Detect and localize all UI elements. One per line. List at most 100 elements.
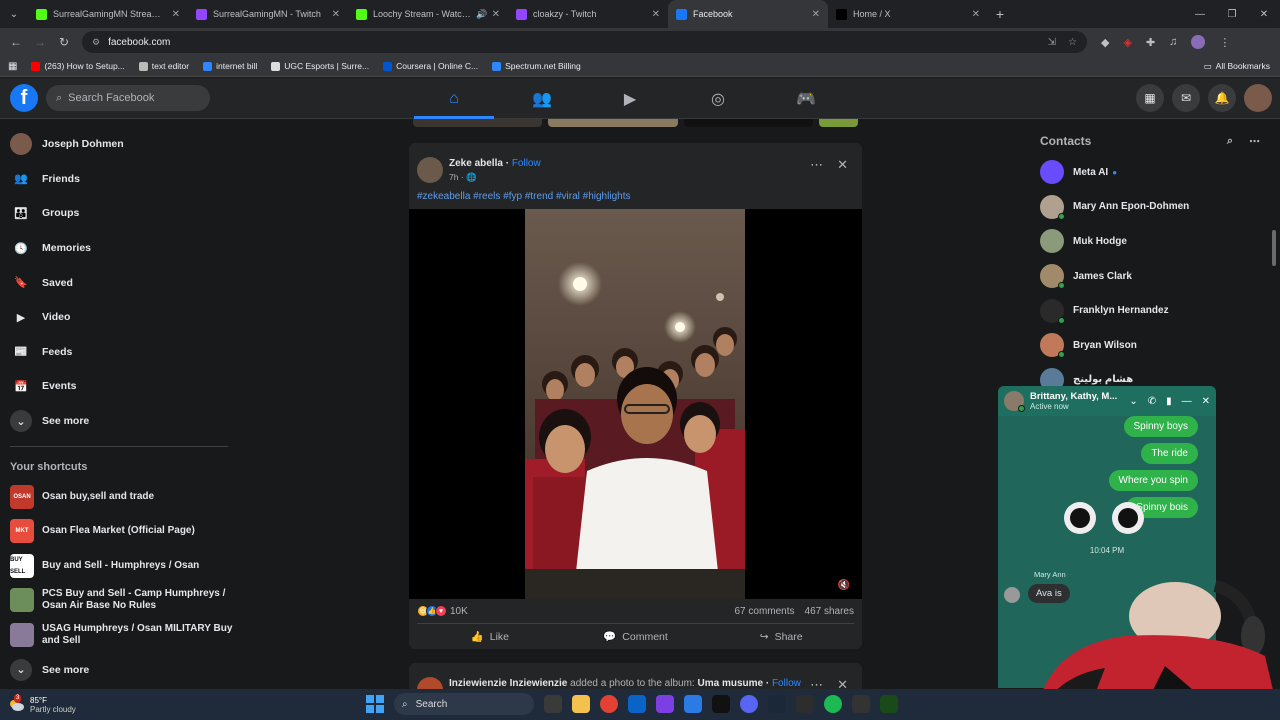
story-thumb[interactable] (683, 119, 814, 127)
sidebar-item-joseph-dohmen[interactable]: Joseph Dohmen (10, 127, 240, 162)
hide-post-icon[interactable]: ✕ (837, 157, 848, 173)
chat-header[interactable]: Brittany, Kathy, M... Active now ⌄ ✆ ▮ —… (998, 386, 1216, 416)
sidebar-item-saved[interactable]: 🔖 Saved (10, 265, 240, 300)
bookmark-item[interactable]: UGC Esports | Surre... (271, 61, 369, 71)
tab-search-menu-icon[interactable]: ⌄ (0, 0, 28, 28)
contact-item[interactable]: James Clark (1040, 259, 1260, 294)
tab-close-icon[interactable]: ✕ (812, 9, 820, 20)
like-button[interactable]: 👍 Like (417, 630, 563, 644)
omnibox[interactable]: ⚙ facebook.com ⇲ ☆ (82, 31, 1087, 53)
googly-eyes-sticker[interactable] (1064, 502, 1144, 534)
search-contacts-icon[interactable]: ⌕ (1227, 135, 1233, 148)
contact-item[interactable]: Bryan Wilson (1040, 328, 1260, 363)
video-call-icon[interactable]: ▮ (1166, 396, 1172, 407)
tab-close-icon[interactable]: ✕ (972, 9, 980, 20)
chat-bubble[interactable]: Where you spin (1108, 470, 1198, 491)
app-icon[interactable] (656, 695, 674, 713)
post2-author-avatar[interactable] (417, 677, 443, 689)
contacts-options-icon[interactable]: ⋯ (1249, 135, 1260, 148)
bookmark-item[interactable]: Coursera | Online C... (383, 61, 478, 71)
minimize-chat-icon[interactable]: — (1182, 396, 1192, 407)
steam-icon[interactable] (768, 695, 786, 713)
chat-bubble[interactable]: The ride (1141, 443, 1198, 464)
media-control-icon[interactable]: ♫ (1169, 36, 1177, 48)
gaming-icon[interactable]: 🎮 (762, 78, 850, 119)
extension-icon[interactable]: ◆ (1101, 36, 1109, 49)
story-thumb[interactable] (413, 119, 543, 127)
profile-avatar[interactable] (1191, 35, 1206, 49)
share-button[interactable]: ↪ Share (708, 631, 854, 643)
shortcut-item[interactable]: OSAN Osan buy,sell and trade (10, 479, 240, 514)
messenger-icon[interactable]: ✉ (1172, 84, 1200, 112)
story-thumb[interactable] (819, 119, 858, 127)
shortcut-item[interactable]: USAG Humphreys / Osan MILITARY Buy and S… (10, 618, 240, 653)
restore-icon[interactable]: ❐ (1216, 9, 1248, 20)
shortcut-item[interactable]: BUY SELL Buy and Sell - Humphreys / Osan (10, 549, 240, 584)
browser-tab[interactable]: Loochy Stream - Watch Live🔊 ✕ (348, 0, 508, 28)
shortcuts-see-more[interactable]: ⌄ See more (10, 652, 240, 687)
all-bookmarks-button[interactable]: ▭ All Bookmarks (1204, 61, 1270, 72)
app-icon-5[interactable] (852, 695, 870, 713)
url-text[interactable]: facebook.com (108, 37, 170, 48)
post2-album[interactable]: Uma musume (697, 678, 763, 689)
chevron-down-icon[interactable]: ⌄ (1129, 396, 1137, 407)
search-input[interactable]: ⌕ Search Facebook (46, 85, 210, 111)
apps-grid-icon[interactable]: ▦ (8, 61, 17, 72)
account-avatar[interactable] (1244, 84, 1272, 112)
extension-red-icon[interactable]: ◈ (1123, 36, 1131, 49)
contact-item[interactable]: Franklyn Hernandez (1040, 293, 1260, 328)
mute-icon[interactable]: 🔇 (838, 580, 850, 591)
tab-close-icon[interactable]: ✕ (652, 9, 660, 20)
extensions-puzzle-icon[interactable]: ✚ (1146, 36, 1155, 49)
browser-menu-icon[interactable]: ⋮ (1219, 36, 1230, 49)
bookmark-star-icon[interactable]: ☆ (1068, 37, 1077, 48)
notifications-bell-icon[interactable]: 🔔 (1208, 84, 1236, 112)
reel-video[interactable]: 🔇 (409, 209, 862, 599)
minimize-icon[interactable]: — (1184, 9, 1216, 20)
close-chat-icon[interactable]: ✕ (1202, 396, 1210, 407)
contact-item[interactable]: Muk Hodge (1040, 224, 1260, 259)
install-app-icon[interactable]: ⇲ (1048, 37, 1056, 48)
comment-count[interactable]: 67 comments (734, 606, 794, 617)
post-hashtags[interactable]: #zekeabella #reels #fyp #trend #viral #h… (409, 187, 862, 209)
groups-nav-icon[interactable]: ◎ (674, 78, 762, 119)
tab-close-icon[interactable]: ✕ (492, 9, 500, 20)
bookmark-item[interactable]: internet bill (203, 61, 257, 71)
facebook-logo[interactable]: f (10, 84, 38, 112)
app-icon-6[interactable] (880, 695, 898, 713)
contact-item[interactable]: Mary Ann Epon-Dohmen (1040, 190, 1260, 225)
browser-tab[interactable]: SurrealGamingMN Stream - W ✕ (28, 0, 188, 28)
watch-icon[interactable]: ▶ (586, 78, 674, 119)
browser-tab[interactable]: SurrealGamingMN - Twitch ✕ (188, 0, 348, 28)
sidebar-item-see-more[interactable]: ⌄ See more (10, 404, 240, 439)
menu-grid-icon[interactable]: ▦ (1136, 84, 1164, 112)
sidebar-item-memories[interactable]: 🕓 Memories (10, 231, 240, 266)
new-tab-button[interactable]: + (988, 6, 1012, 22)
task-view-icon[interactable] (544, 695, 562, 713)
tab-audio-icon[interactable]: 🔊 (476, 9, 487, 20)
weather-widget[interactable]: 3 85°F Partly cloudy (8, 693, 76, 714)
post-author-avatar[interactable] (417, 157, 443, 183)
discord-icon[interactable] (740, 695, 758, 713)
taskbar-search[interactable]: ⌕ Search (394, 693, 534, 715)
follow-link[interactable]: Follow (512, 158, 541, 169)
more-options-icon[interactable]: ⋯ (810, 677, 823, 689)
chat-title[interactable]: Brittany, Kathy, M... (1030, 391, 1117, 402)
phone-icon[interactable]: ✆ (1148, 396, 1156, 407)
home-icon[interactable]: ⌂ (410, 78, 498, 119)
bookmark-item[interactable]: (263) How to Setup... (31, 61, 125, 71)
sidebar-item-feeds[interactable]: 📰 Feeds (10, 335, 240, 370)
app-icon-3[interactable] (712, 695, 730, 713)
spotify-icon[interactable] (824, 695, 842, 713)
tab-close-icon[interactable]: ✕ (172, 9, 180, 20)
post-time-text[interactable]: 7h (449, 172, 458, 182)
tab-close-icon[interactable]: ✕ (332, 9, 340, 20)
post2-follow-link[interactable]: Follow (772, 678, 801, 689)
more-options-icon[interactable]: ⋯ (810, 157, 823, 173)
reaction-icons[interactable]: 😆 👍 ♥ (417, 605, 447, 617)
back-icon[interactable]: ← (4, 35, 28, 49)
share-count[interactable]: 467 shares (805, 606, 854, 617)
reload-icon[interactable]: ↻ (52, 35, 76, 49)
close-window-icon[interactable]: ✕ (1248, 9, 1280, 20)
story-thumb[interactable] (548, 119, 678, 127)
